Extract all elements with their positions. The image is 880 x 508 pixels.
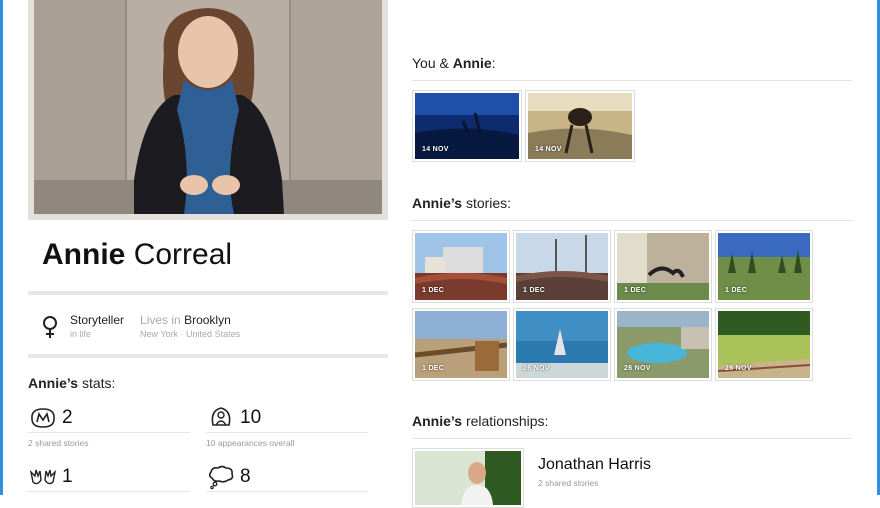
stat-thoughts[interactable]: 8 [206,463,368,497]
stat-value: 2 [62,407,73,428]
thumb-date: 14 NOV [422,146,449,153]
stat-value: 1 [62,466,73,487]
stat-hands[interactable]: 1 [28,463,190,497]
location-sub: New York · United States [140,329,241,339]
city-link[interactable]: Brooklyn [184,313,231,327]
stat-shared-stories[interactable]: 2 2 shared stories [28,404,190,448]
divider [412,438,852,439]
appearances-icon [211,407,231,426]
relationships-heading-name: Annie’s [412,413,463,429]
thumb-date: 26 NOV [523,365,550,372]
thumb-date: 26 NOV [725,365,752,372]
profile-name: Annie Correal [42,238,232,272]
stats-heading-rest: stats: [81,375,116,391]
female-icon [43,316,57,338]
profile-info: Storyteller in life Lives in Brooklyn Ne… [40,313,256,343]
thumb-date: 1 DEC [422,287,445,294]
stats-heading: Annie’s stats: [28,375,115,391]
story-thumb[interactable]: 1 DEC [513,230,611,303]
thumb-date: 1 DEC [523,287,546,294]
location-block: Lives in Brooklyn New York · United Stat… [140,313,240,339]
stat-value: 8 [240,466,251,487]
thumb-date: 1 DEC [725,287,748,294]
profile-photo[interactable] [28,0,388,220]
role-sub: in life [70,329,92,339]
thumb-date: 26 NOV [624,365,651,372]
stat-label: 2 shared stories [28,438,89,448]
story-thumb[interactable]: 1 DEC [412,308,510,381]
shared-stories-icon [31,408,55,428]
relationship-sub: 2 shared stories [538,478,599,488]
you-and-name: Annie [452,55,492,71]
relationships-heading: Annie’s relationships: [412,413,548,429]
divider [412,220,852,221]
story-thumb[interactable]: 26 NOV [715,308,813,381]
role-block: Storyteller in life [70,313,124,339]
hands-icon [29,469,57,485]
you-and-heading: You & Annie: [412,55,496,71]
shared-story-thumb[interactable]: 14 NOV [525,90,635,162]
thumb-date: 1 DEC [422,365,445,372]
divider [412,80,852,81]
stat-label: 10 appearances overall [206,438,295,448]
stat-appearances[interactable]: 10 10 appearances overall [206,404,368,448]
story-thumb[interactable]: 1 DEC [614,230,712,303]
divider [28,354,388,358]
first-name: Annie [42,238,126,271]
story-thumb[interactable]: 26 NOV [614,308,712,381]
role-text: Storyteller [70,313,125,327]
stories-heading: Annie’s stories: [412,195,511,211]
relationship-photo[interactable] [412,448,524,508]
stories-heading-rest: stories: [465,195,512,211]
relationships-heading-rest: relationships: [465,413,549,429]
story-thumb[interactable]: 26 NOV [513,308,611,381]
divider [28,291,388,295]
story-thumb[interactable]: 1 DEC [412,230,510,303]
shared-story-thumb[interactable]: 14 NOV [412,90,522,162]
lives-label: Lives in [140,313,181,327]
story-thumb[interactable]: 1 DEC [715,230,813,303]
thumb-date: 1 DEC [624,287,647,294]
window-frame-left [0,0,3,495]
stats-heading-name: Annie’s [28,375,79,391]
you-and-suffix: : [491,55,496,71]
thumb-date: 14 NOV [535,146,562,153]
stories-heading-name: Annie’s [412,195,463,211]
you-and-prefix: You & [412,55,449,71]
stat-value: 10 [240,407,262,428]
thought-bubble-icon [208,465,234,490]
last-name: Correal [133,238,233,271]
relationship-name[interactable]: Jonathan Harris [538,456,651,474]
